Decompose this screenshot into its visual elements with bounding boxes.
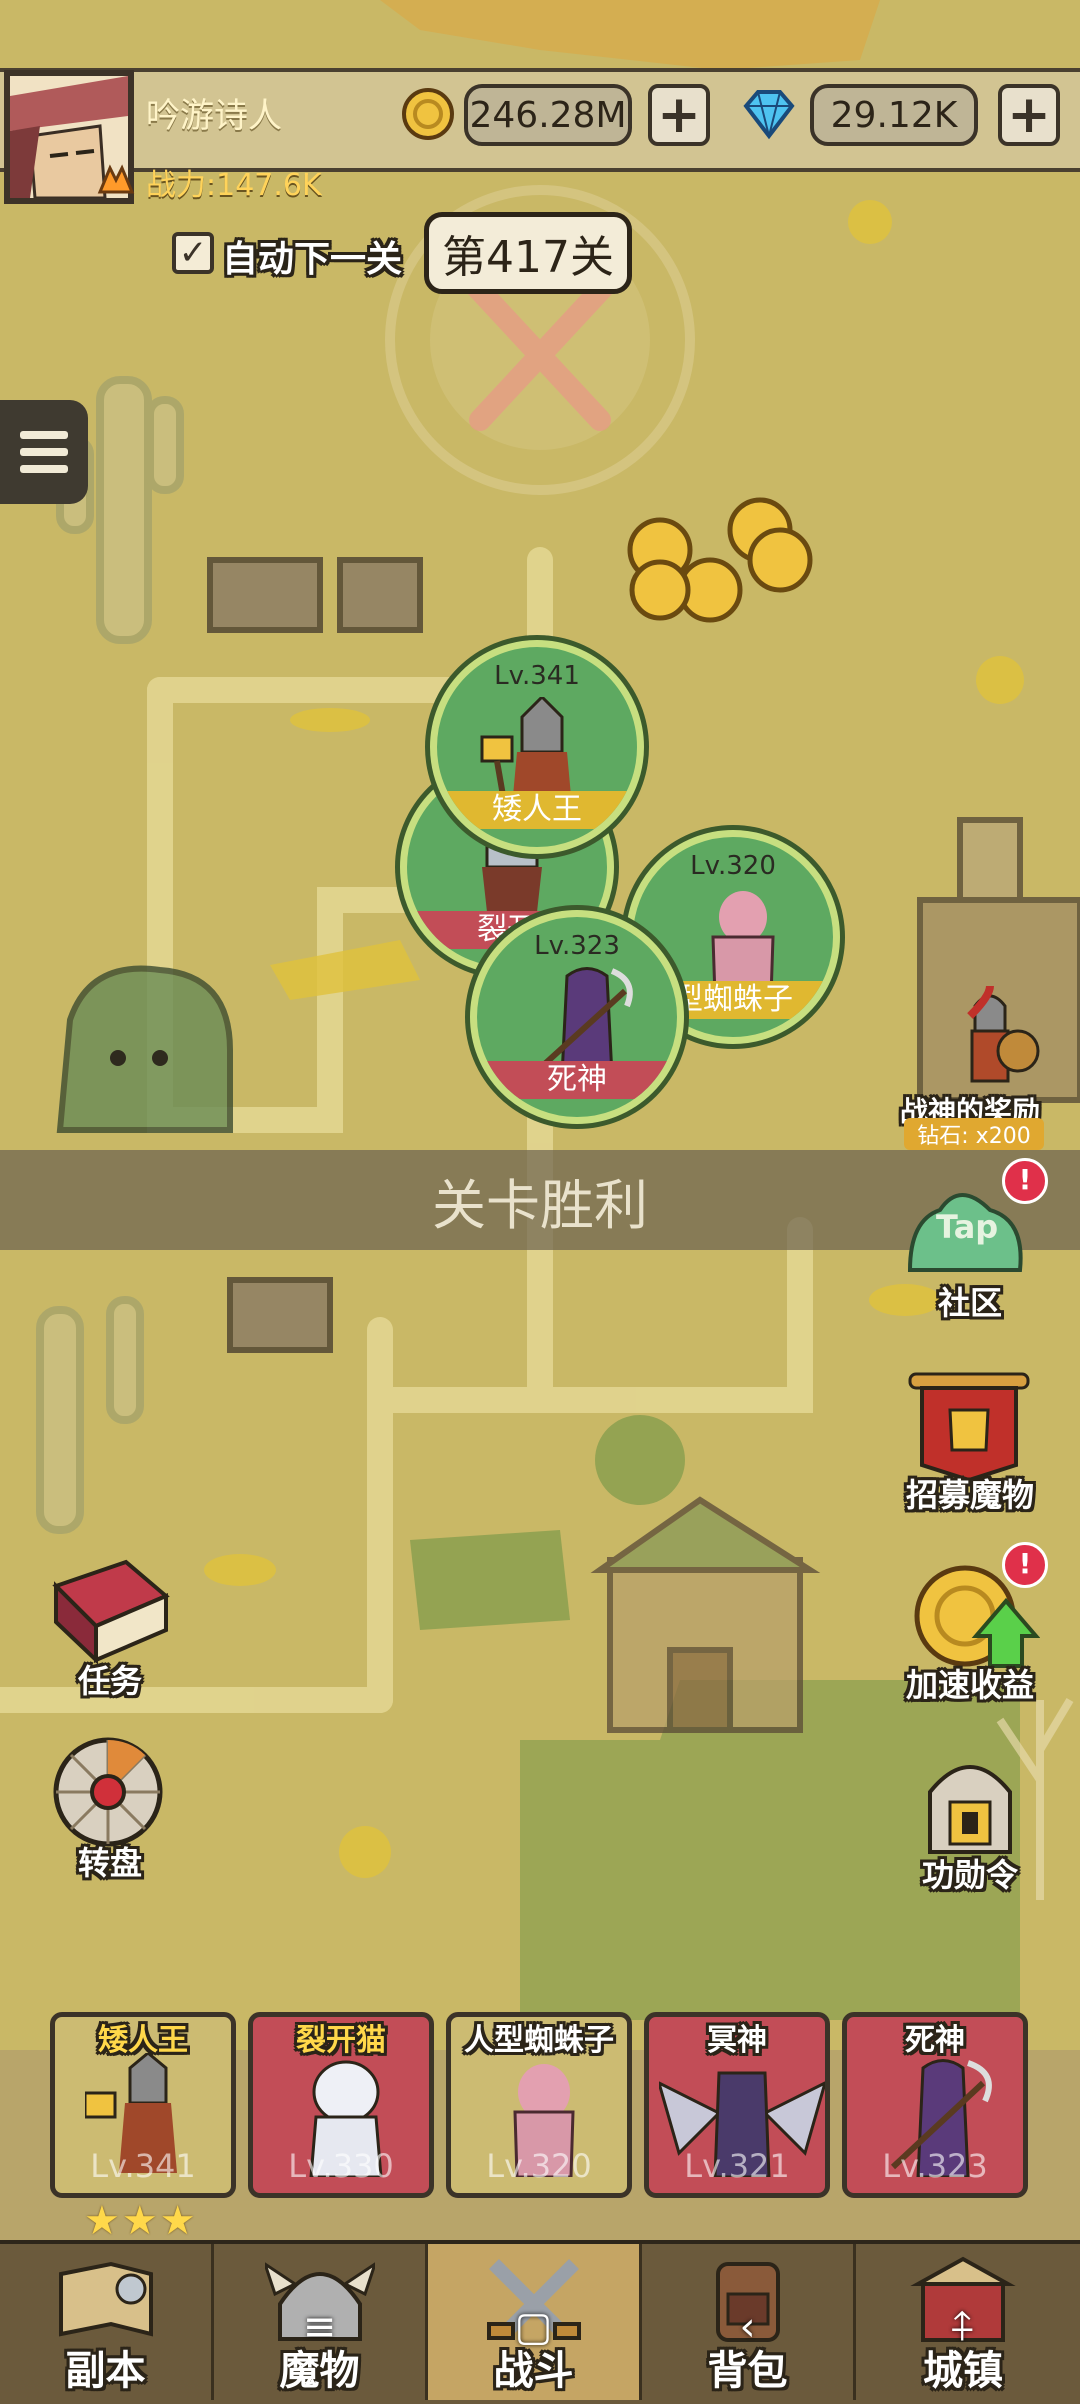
map-scroll-icon — [58, 2261, 153, 2337]
hero-card-name: 死神 — [905, 2023, 965, 2058]
hero-card[interactable]: 冥神 Lv.321 — [644, 2012, 830, 2198]
hero-card-name: 人型蜘蛛子 — [464, 2023, 614, 2058]
war-god-warrior-icon[interactable] — [940, 985, 1040, 1100]
tab-town[interactable]: ⍏ 城镇 — [856, 2244, 1070, 2400]
field-unit-name: 矮人王 — [437, 791, 637, 829]
auto-next-checkbox[interactable]: ✓ — [172, 232, 214, 274]
hero-card[interactable]: 裂开猫 Lv.330 — [248, 2012, 434, 2198]
tab-dungeon[interactable]: 副本 — [0, 2244, 214, 2400]
tab-label: 魔物 — [279, 2348, 360, 2394]
merit-helmet-icon[interactable] — [910, 1752, 1030, 1866]
hero-card-level: Lv.321 — [684, 2147, 790, 2185]
add-gold-button[interactable]: + — [648, 84, 710, 146]
hero-card[interactable]: 矮人王 Lv.341 — [50, 2012, 236, 2198]
tab-monsters[interactable]: ≡ 魔物 — [214, 2244, 428, 2400]
diamond-amount: 29.12K — [810, 84, 978, 146]
community-label[interactable]: 社区 — [860, 1278, 1080, 1324]
hero-card-name: 矮人王 — [98, 2023, 188, 2058]
field-unit[interactable]: Lv.341 矮人王 — [430, 640, 644, 854]
stage-number[interactable]: 第417关 — [424, 212, 632, 294]
quests-label[interactable]: 任务 — [0, 1656, 220, 1702]
hero-card[interactable]: 人型蜘蛛子 Lv.320 — [446, 2012, 632, 2198]
hero-star-rating: ★★★ — [84, 2198, 198, 2244]
recruit-label[interactable]: 招募魔物 — [860, 1470, 1080, 1516]
menu-icon — [20, 431, 68, 439]
recruit-banner-icon[interactable] — [906, 1370, 1032, 1484]
tab-backpack[interactable]: ‹ 背包 — [642, 2244, 856, 2400]
menu-button[interactable] — [0, 400, 88, 504]
coin-pile-icon[interactable] — [620, 490, 820, 630]
hero-card-name: 冥神 — [707, 2023, 767, 2058]
hero-card[interactable]: 死神 Lv.323 — [842, 2012, 1028, 2198]
hero-card-level: Lv.323 — [882, 2147, 988, 2185]
tab-battle[interactable]: ▢ 战斗 — [428, 2244, 642, 2400]
community-alert-badge: ! — [1002, 1158, 1048, 1204]
speed-up-alert-badge: ! — [1002, 1542, 1048, 1588]
player-name: 吟游诗人 — [146, 96, 282, 136]
field-unit[interactable]: Lv.323 死神 — [470, 910, 684, 1124]
hero-card-level: Lv.330 — [288, 2147, 394, 2185]
tab-label: 城镇 — [923, 2348, 1003, 2394]
field-unit-level: Lv.323 — [534, 931, 620, 961]
add-diamond-button[interactable]: + — [998, 84, 1060, 146]
combat-power: 战力:147.6K — [146, 168, 322, 203]
auto-next-label: 自动下一关 — [222, 239, 403, 280]
speed-up-label[interactable]: 加速收益 — [860, 1660, 1080, 1706]
diamond-icon — [738, 86, 800, 146]
lucky-wheel-icon[interactable] — [50, 1734, 166, 1854]
quest-book-icon[interactable] — [46, 1556, 172, 1670]
tab-label: 副本 — [65, 2348, 146, 2394]
field-unit-level: Lv.341 — [494, 661, 580, 691]
gold-coin-icon — [400, 86, 456, 146]
gold-amount: 246.28M — [464, 84, 632, 146]
wheel-label[interactable]: 转盘 — [0, 1838, 220, 1884]
community-logo: Tap — [936, 1208, 999, 1246]
hero-card-level: Lv.341 — [90, 2147, 196, 2185]
field-unit-name: 死神 — [477, 1061, 677, 1099]
tab-label: 背包 — [707, 2348, 788, 2394]
hero-card-name: 裂开猫 — [296, 2023, 386, 2058]
merit-label[interactable]: 功勋令 — [860, 1850, 1080, 1896]
tab-label: 战斗 — [493, 2348, 574, 2394]
field-unit-level: Lv.320 — [690, 851, 776, 881]
hero-card-level: Lv.320 — [486, 2147, 592, 2185]
power-icon — [96, 162, 136, 202]
event-reward: 钻石: x200 — [904, 1118, 1044, 1150]
